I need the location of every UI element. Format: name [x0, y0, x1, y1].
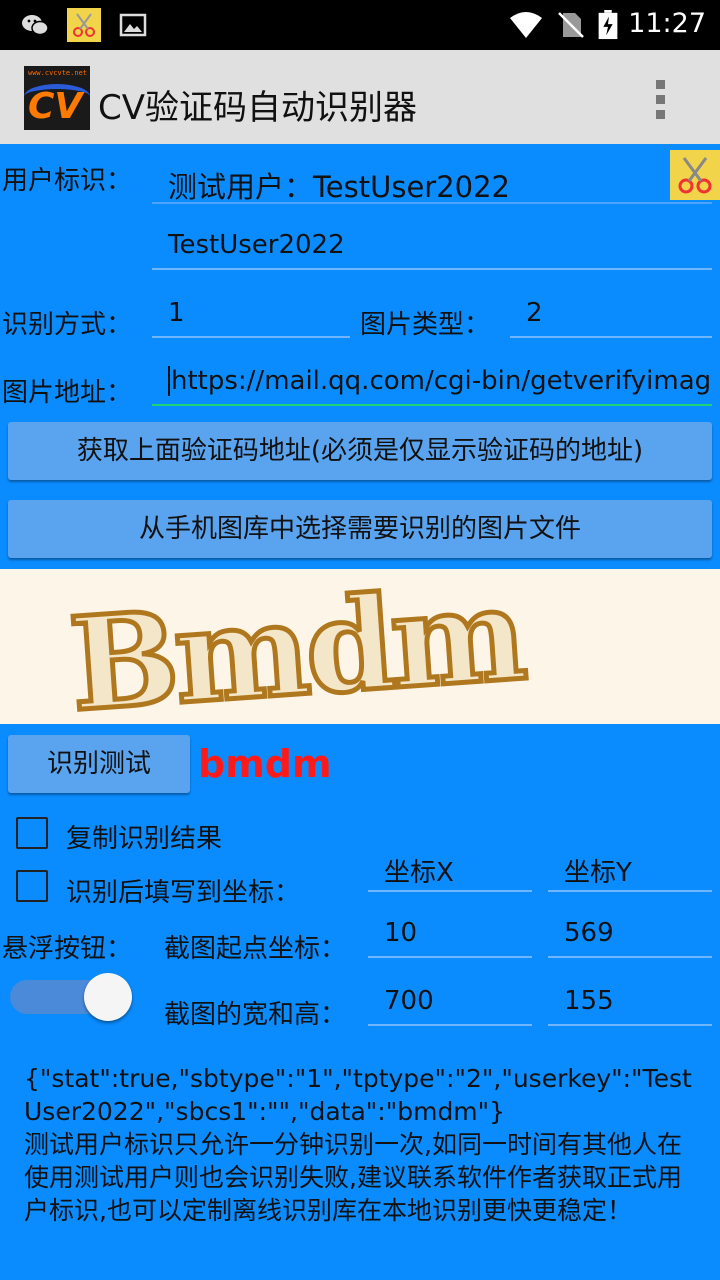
height-input[interactable]: 155	[548, 980, 712, 1026]
logo-site-text: www.cvcvte.net	[28, 69, 88, 77]
method-input[interactable]: 1	[152, 292, 350, 338]
fetch-captcha-url-button[interactable]: 获取上面验证码地址(必须是仅显示验证码的地址)	[8, 422, 712, 480]
battery-charging-icon	[598, 10, 618, 40]
coord-x-placeholder: 坐标X	[384, 858, 454, 888]
user-key-input[interactable]: TestUser2022	[152, 222, 712, 270]
user-label: 用户标识：	[2, 166, 133, 196]
image-icon	[119, 13, 147, 37]
logo-text: CV	[28, 86, 83, 127]
width-input[interactable]: 700	[368, 980, 532, 1026]
app-notification-icon	[67, 8, 101, 42]
result-notice: 测试用户标识只允许一分钟识别一次,如同一时间有其他人在使用测试用户则也会识别失败…	[24, 1130, 682, 1225]
captcha-text: Bmdm	[63, 569, 530, 724]
width-value: 700	[384, 986, 434, 1016]
user-select-value: 测试用户：TestUser2022	[168, 170, 511, 204]
url-value: https://mail.qq.com/cgi-bin/getverifyima…	[168, 366, 712, 396]
recognize-test-button[interactable]: 识别测试	[8, 735, 190, 793]
coord-y-placeholder: 坐标Y	[564, 858, 632, 888]
app-bar: www.cvcvte.net CV CV验证码自动识别器	[0, 50, 720, 144]
image-type-label: 图片类型：	[360, 310, 491, 340]
method-label: 识别方式：	[2, 310, 133, 340]
start-coord-label: 截图起点坐标：	[164, 934, 347, 964]
wechat-icon	[22, 15, 49, 36]
user-select[interactable]: 测试用户：TestUser2022	[152, 158, 712, 204]
size-label: 截图的宽和高：	[164, 1000, 347, 1030]
captcha-image: Bmdm	[0, 569, 720, 724]
copy-result-label: 复制识别结果	[66, 824, 223, 854]
no-sim-icon	[558, 12, 584, 38]
start-x-input[interactable]: 10	[368, 912, 532, 958]
overflow-menu-icon[interactable]	[656, 80, 668, 120]
fill-coordinates-checkbox[interactable]	[16, 870, 48, 902]
url-label: 图片地址：	[2, 378, 133, 408]
float-button-label: 悬浮按钮：	[2, 934, 133, 964]
copy-result-checkbox[interactable]	[16, 817, 48, 849]
start-x-value: 10	[384, 918, 418, 948]
image-type-input[interactable]: 2	[510, 292, 712, 338]
fill-coordinates-label: 识别后填写到坐标：	[66, 878, 301, 908]
result-output: {"stat":true,"sbtype":"1","tptype":"2","…	[24, 1062, 694, 1227]
url-input[interactable]: https://mail.qq.com/cgi-bin/getverifyima…	[152, 358, 712, 406]
result-json: {"stat":true,"sbtype":"1","tptype":"2","…	[24, 1064, 692, 1126]
start-y-value: 569	[564, 918, 614, 948]
coord-x-input[interactable]: 坐标X	[368, 846, 532, 892]
app-logo: www.cvcvte.net CV	[24, 66, 90, 130]
start-y-input[interactable]: 569	[548, 912, 712, 958]
select-from-gallery-button[interactable]: 从手机图库中选择需要识别的图片文件	[8, 500, 712, 558]
method-value: 1	[168, 298, 185, 328]
app-title: CV验证码自动识别器	[98, 88, 417, 128]
wifi-icon	[510, 12, 542, 38]
float-button-toggle[interactable]	[8, 972, 136, 1021]
image-type-value: 2	[526, 298, 543, 328]
user-key-value: TestUser2022	[168, 230, 345, 260]
height-value: 155	[564, 986, 614, 1016]
recognition-result: bmdm	[198, 742, 332, 786]
status-bar: 11:27	[0, 0, 720, 50]
scissors-icon[interactable]	[670, 150, 720, 200]
clock: 11:27	[628, 8, 706, 39]
coord-y-input[interactable]: 坐标Y	[548, 846, 712, 892]
